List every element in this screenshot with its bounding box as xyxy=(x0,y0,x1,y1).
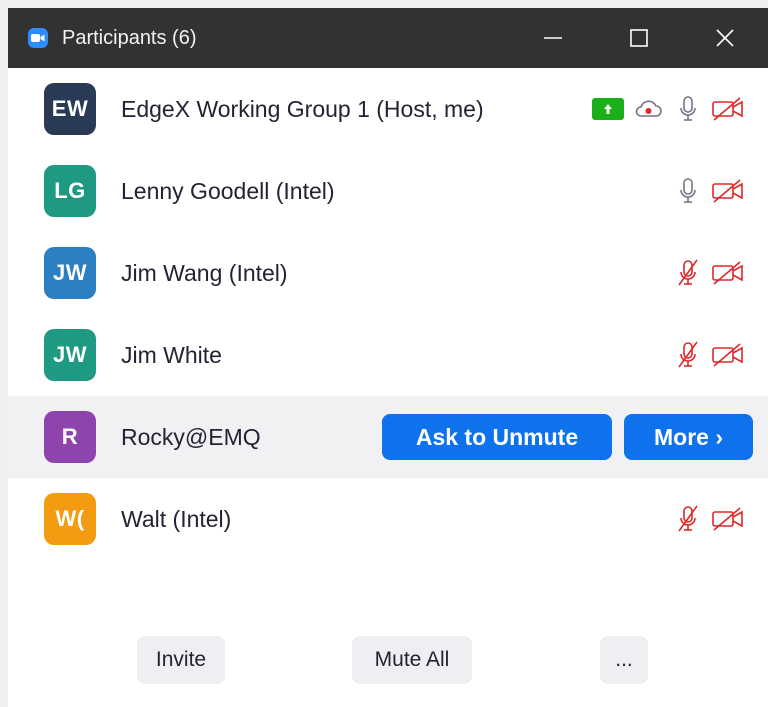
participant-row[interactable]: R Rocky@EMQ Ask to Unmute More › xyxy=(8,396,768,478)
window-title: Participants (6) xyxy=(62,26,197,49)
video-off-icon xyxy=(708,174,748,208)
participant-name: Rocky@EMQ xyxy=(121,423,261,450)
more-options-button[interactable]: More › xyxy=(624,414,753,460)
ask-to-unmute-button[interactable]: Ask to Unmute xyxy=(382,414,612,460)
avatar: JW xyxy=(44,247,96,299)
mute-all-button[interactable]: Mute All xyxy=(352,636,472,684)
avatar: EW xyxy=(44,83,96,135)
video-off-icon xyxy=(708,338,748,372)
video-off-icon xyxy=(708,502,748,536)
participant-name: Jim White xyxy=(121,341,222,368)
participant-name: EdgeX Working Group 1 (Host, me) xyxy=(121,95,484,122)
microphone-icon xyxy=(668,174,708,208)
participant-name: Lenny Goodell (Intel) xyxy=(121,177,335,204)
participant-row[interactable]: W( Walt (Intel) xyxy=(8,478,768,560)
invite-button[interactable]: Invite xyxy=(137,636,225,684)
close-button[interactable] xyxy=(682,8,768,68)
participant-name: Walt (Intel) xyxy=(121,505,232,532)
status-icons xyxy=(668,338,748,372)
video-off-icon xyxy=(708,256,748,290)
microphone-muted-icon xyxy=(668,338,708,372)
minimize-button[interactable] xyxy=(510,8,596,68)
status-icons xyxy=(668,256,748,290)
participant-row[interactable]: JW Jim Wang (Intel) xyxy=(8,232,768,314)
maximize-button[interactable] xyxy=(596,8,682,68)
zoom-app-icon xyxy=(28,28,48,48)
cloud-recording-icon xyxy=(628,92,668,126)
participant-row[interactable]: EW EdgeX Working Group 1 (Host, me) xyxy=(8,68,768,150)
microphone-muted-icon xyxy=(668,256,708,290)
title-bar: Participants (6) xyxy=(8,8,768,68)
microphone-icon xyxy=(668,92,708,126)
participant-row[interactable]: LG Lenny Goodell (Intel) xyxy=(8,150,768,232)
video-off-icon xyxy=(708,92,748,126)
avatar: W( xyxy=(44,493,96,545)
microphone-muted-icon xyxy=(668,502,708,536)
participant-name: Jim Wang (Intel) xyxy=(121,259,288,286)
avatar: JW xyxy=(44,329,96,381)
participant-row[interactable]: JW Jim White xyxy=(8,314,768,396)
more-footer-button[interactable]: ... xyxy=(600,636,648,684)
status-icons xyxy=(668,174,748,208)
status-icons xyxy=(588,92,748,126)
avatar: LG xyxy=(44,165,96,217)
screen-share-icon xyxy=(588,92,628,126)
participants-window: Participants (6) EW EdgeX Working Group … xyxy=(8,8,768,707)
status-icons xyxy=(668,502,748,536)
avatar: R xyxy=(44,411,96,463)
participant-list: EW EdgeX Working Group 1 (Host, me) LG L… xyxy=(8,68,768,560)
footer-actions: Invite Mute All ... xyxy=(8,636,768,684)
